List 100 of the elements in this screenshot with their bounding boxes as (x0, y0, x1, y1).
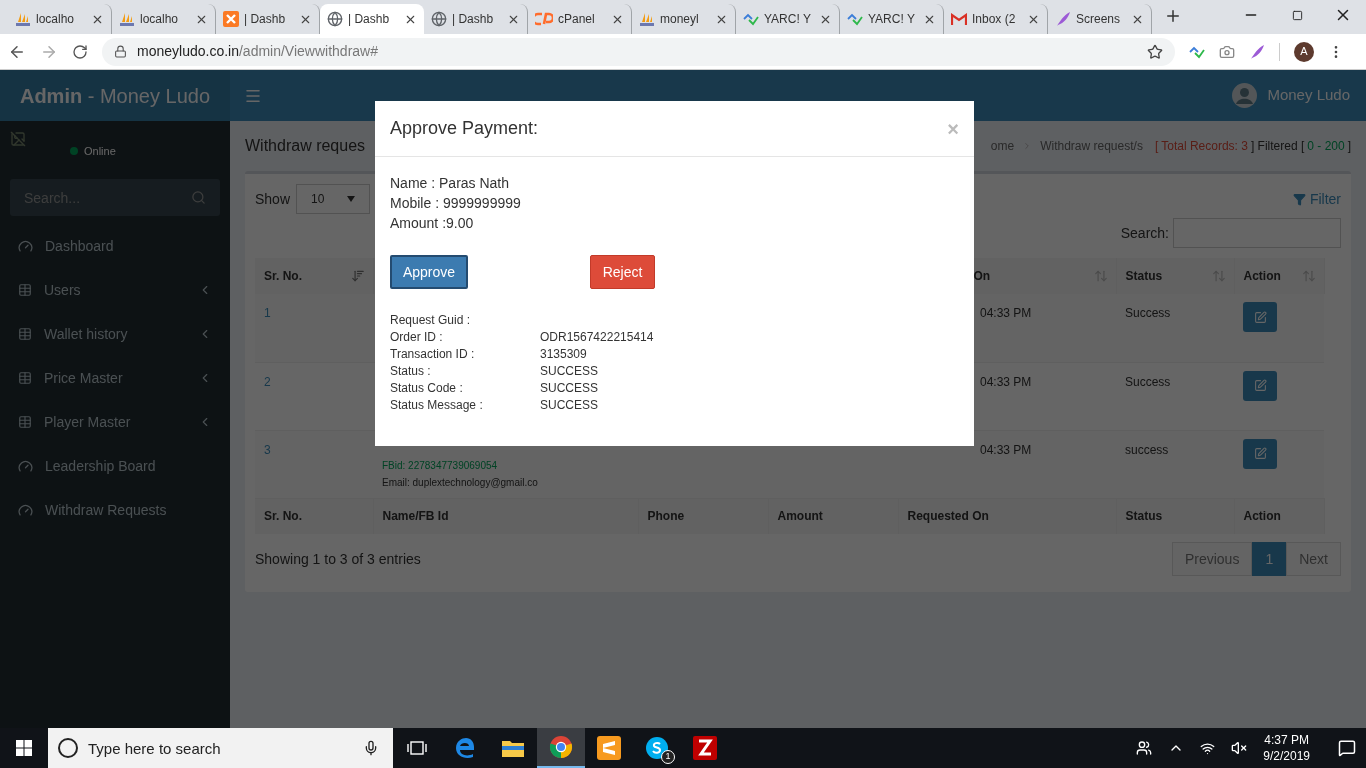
taskbar-search-field[interactable]: Type here to search (48, 728, 393, 768)
payment-detail-text: Name : Paras Nath (390, 174, 511, 193)
tab-title: | Dashb (452, 12, 494, 26)
notifications-icon[interactable] (1338, 739, 1356, 757)
caret-down-icon (347, 196, 356, 202)
row-number-link[interactable]: 3 (264, 442, 271, 457)
breadcrumb-link[interactable]: ome (990, 137, 1015, 155)
filter-link[interactable]: Filter (1309, 188, 1341, 210)
column-header[interactable]: On (973, 267, 991, 285)
detail-label: Status : (390, 362, 432, 380)
column-footer: Action (1243, 509, 1281, 524)
detail-value: SUCCESS (540, 379, 598, 397)
tab-title: Screens (1076, 12, 1121, 26)
fb-id-text: FBid: 2278347739069054 (382, 458, 499, 473)
url-host: moneyludo.co.in (137, 42, 239, 61)
taskbar-app-button[interactable]: 1 (633, 728, 681, 768)
tab-title: YARC! Y (868, 12, 915, 26)
feather-icon (1249, 43, 1265, 60)
tab-title: | Dashb (244, 12, 286, 26)
column-footer: Name/FB Id (382, 509, 449, 524)
cpanel-logo-icon (535, 12, 553, 26)
taskbar-app-button[interactable] (537, 728, 585, 768)
sublime-logo-icon (597, 736, 621, 760)
table-icon (18, 371, 32, 385)
tab-title: Inbox (2 (972, 12, 1016, 26)
skype-logo-icon (645, 736, 669, 760)
gauge-icon (18, 502, 33, 518)
online-status: Online (84, 144, 116, 159)
requested-time: 04:33 PM (980, 442, 1032, 457)
record-count-text: 0 - 200 (1307, 138, 1345, 155)
record-count-text: ] Filtered [ (1250, 138, 1305, 155)
browser-tab[interactable]: | Dashb (320, 4, 424, 34)
table-icon (18, 327, 32, 341)
row-number-link[interactable]: 2 (264, 374, 271, 389)
sailboat-logo-icon (15, 11, 31, 27)
people-icon[interactable] (1136, 740, 1153, 756)
volume-muted-icon[interactable] (1231, 740, 1248, 756)
detail-label: Order ID : (390, 328, 444, 346)
new-tab-icon[interactable] (1164, 7, 1182, 25)
envelope-m-icon (951, 12, 967, 26)
task-view-icon (406, 739, 428, 757)
payment-detail-text: Mobile : 9999999999 (390, 194, 522, 213)
table-icon (18, 283, 32, 297)
edit-icon (1253, 447, 1267, 460)
column-footer: Sr. No. (264, 509, 302, 524)
search-label: Search: (1120, 223, 1169, 243)
column-header[interactable]: Action (1243, 267, 1281, 285)
edge-e-icon (453, 736, 477, 760)
bookmark-star-icon[interactable] (1147, 43, 1163, 60)
pagination-button[interactable]: 1 (1252, 542, 1287, 576)
page-title: Withdraw reques (245, 136, 366, 156)
detail-label: Status Message : (390, 396, 484, 414)
column-header[interactable]: Status (1125, 267, 1163, 285)
entries-info: Showing 1 to 3 of 3 entries (255, 549, 421, 569)
filezilla-logo-icon (693, 736, 717, 760)
detail-value: 3135309 (540, 345, 587, 363)
lock-icon (114, 45, 127, 58)
page-size-select[interactable]: 10 (296, 184, 371, 214)
sort-ascending-icon (350, 269, 365, 283)
tab-title: | Dashb (348, 12, 390, 26)
wifi-icon[interactable] (1200, 740, 1216, 756)
tab-title: moneyl (660, 12, 699, 26)
record-count-text: Total Records: 3 (1161, 138, 1248, 155)
folder-icon (501, 738, 525, 758)
camera-icon[interactable] (1219, 43, 1235, 60)
sailboat-logo-icon (119, 11, 135, 27)
status-text: success (1125, 442, 1169, 457)
row-number-link[interactable]: 1 (264, 306, 271, 320)
tab-title: localho (36, 12, 75, 26)
record-count-text: [ (1154, 138, 1159, 155)
clock[interactable]: 4:37 PM 9/2/2019 (1263, 732, 1310, 764)
broken-image-icon (10, 131, 26, 147)
tab-title: localho (140, 12, 179, 26)
edit-icon (1253, 379, 1267, 392)
gauge-icon (18, 458, 33, 474)
reject-button[interactable]: Reject (590, 255, 655, 289)
approve-button[interactable]: Approve (390, 255, 468, 289)
requested-time: 04:33 PM (980, 306, 1032, 320)
address-bar[interactable]: moneyludo.co.in/admin/Viewwithdraw# (102, 37, 1175, 66)
notification-badge: 1 (661, 750, 675, 764)
column-footer: Amount (777, 509, 823, 524)
email-text: Email: duplextechnology@gmail.co (382, 475, 539, 490)
record-count-text: ] (1347, 138, 1351, 155)
column-header[interactable]: Sr. No. (264, 267, 302, 285)
requested-time: 04:33 PM (980, 374, 1032, 389)
restore-icon[interactable] (1291, 9, 1303, 21)
payment-detail-text: Amount :9.00 (390, 214, 475, 233)
xampp-logo-icon (223, 11, 239, 27)
sailboat-logo-icon (639, 11, 655, 27)
detail-label: Request Guid : (390, 311, 472, 329)
user-name[interactable]: Money Ludo (1267, 84, 1350, 107)
windows-logo-icon[interactable] (16, 740, 32, 756)
reload-icon[interactable] (72, 43, 88, 60)
dialog-title: Approve Payment: (390, 117, 539, 140)
edit-icon (1253, 310, 1267, 324)
detail-value: ODR1567422215414 (540, 328, 654, 346)
close-button[interactable]: × (947, 113, 959, 144)
microphone-icon[interactable] (363, 740, 379, 756)
profile-avatar[interactable]: A (1294, 41, 1314, 62)
zigzag-logo-icon (743, 11, 759, 27)
